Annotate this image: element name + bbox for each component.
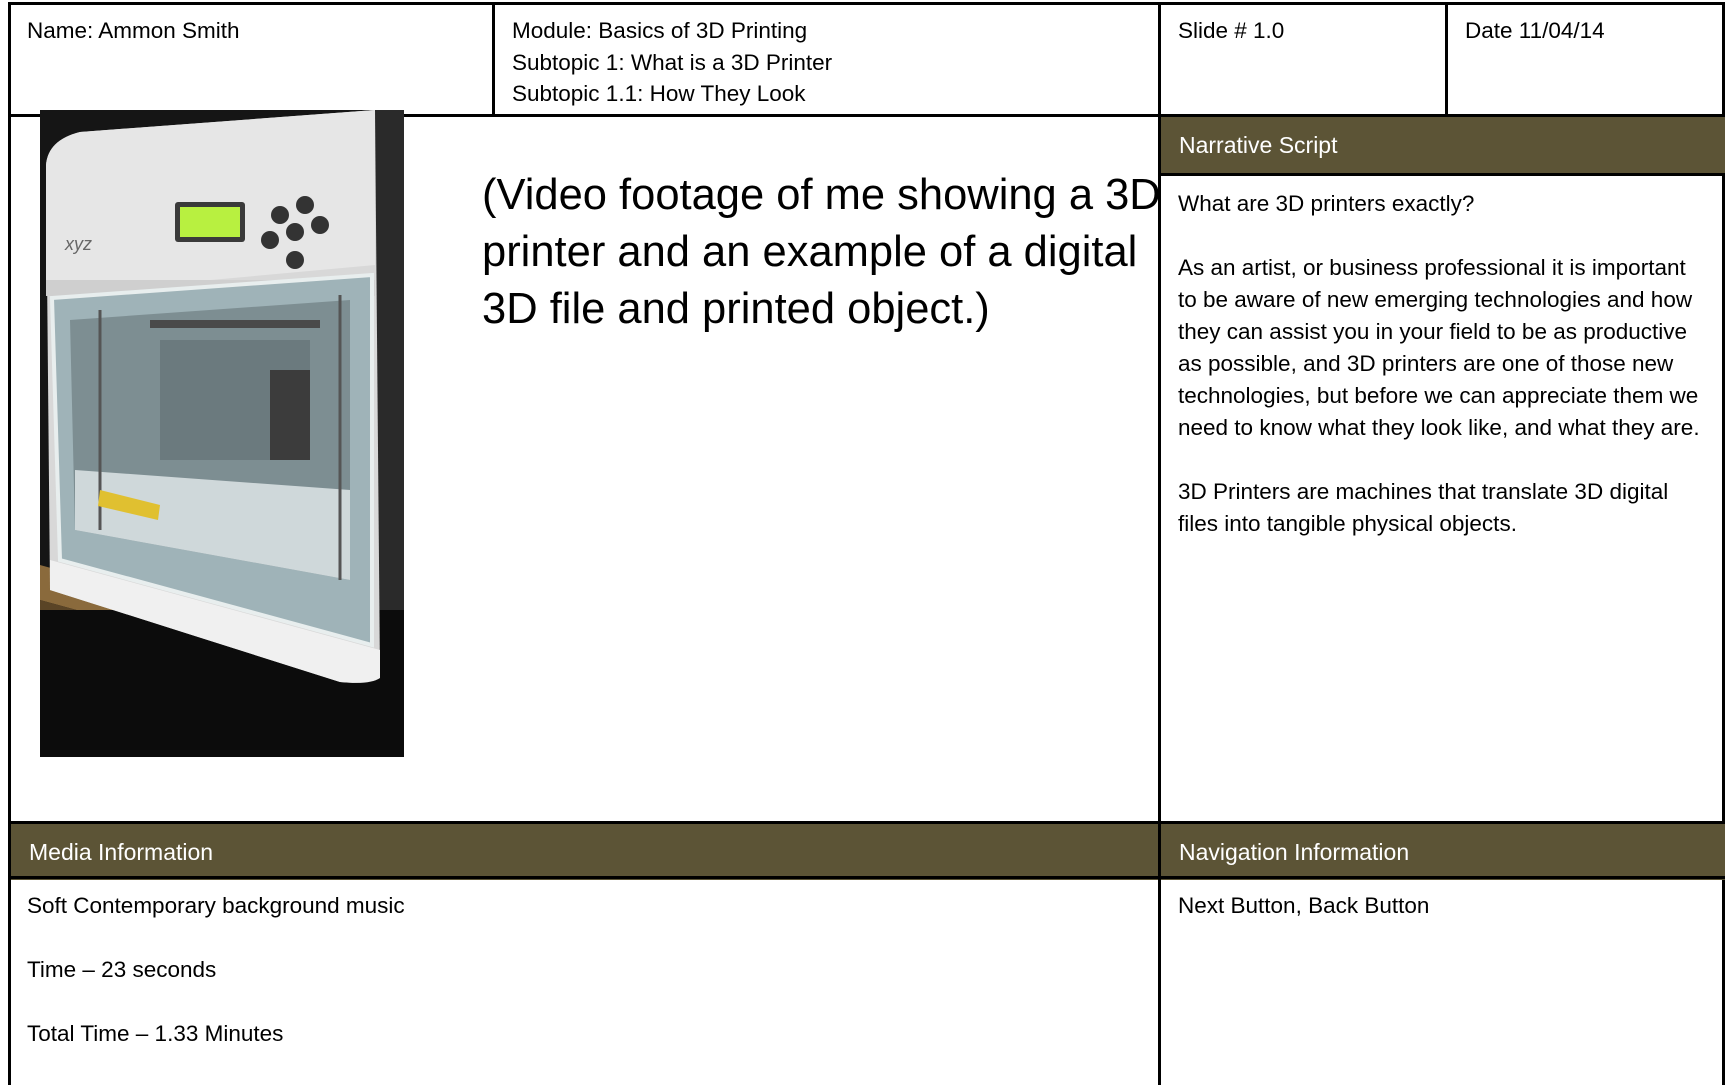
module-title: Module: Basics of 3D Printing	[512, 18, 808, 43]
media-time: Time – 23 seconds	[27, 957, 217, 982]
narrative-paragraph-1: As an artist, or business professional i…	[1178, 255, 1700, 440]
svg-text:xyz: xyz	[64, 234, 92, 254]
slide-number: Slide # 1.0	[1178, 18, 1285, 43]
visual-description: (Video footage of me showing a 3D printe…	[482, 171, 1161, 333]
slide-date: Date 11/04/14	[1465, 18, 1605, 43]
narrative-header-line	[1158, 173, 1725, 176]
narrative-body: What are 3D printers exactly? As an arti…	[1178, 188, 1708, 540]
printer-photo: xyz	[40, 110, 404, 757]
narrative-header: Narrative Script	[1161, 117, 1725, 173]
narrative-paragraph-2: 3D Printers are machines that translate …	[1178, 479, 1669, 536]
navigation-header: Navigation Information	[1161, 824, 1725, 880]
media-total-time: Total Time – 1.33 Minutes	[27, 1021, 284, 1046]
navigation-body: Next Button, Back Button	[1178, 890, 1708, 922]
media-body: Soft Contemporary background music Time …	[27, 890, 1127, 1050]
subtopic-1: Subtopic 1: What is a 3D Printer	[512, 49, 833, 75]
header-col-divider-1	[492, 2, 495, 115]
media-music: Soft Contemporary background music	[27, 893, 405, 918]
navigation-buttons: Next Button, Back Button	[1178, 893, 1430, 918]
header-col-divider-2	[1445, 2, 1448, 115]
narrative-question: What are 3D printers exactly?	[1178, 191, 1475, 216]
navigation-header-line	[1158, 876, 1725, 879]
module-info: Module: Basics of 3D Printing Subtopic 1…	[512, 15, 832, 110]
media-header-line	[8, 876, 1158, 879]
printer-illustration: xyz	[40, 110, 404, 757]
media-header: Media Information	[11, 824, 1158, 880]
subtopic-1-1: Subtopic 1.1: How They Look	[512, 81, 806, 106]
student-name: Name: Ammon Smith	[27, 18, 240, 43]
